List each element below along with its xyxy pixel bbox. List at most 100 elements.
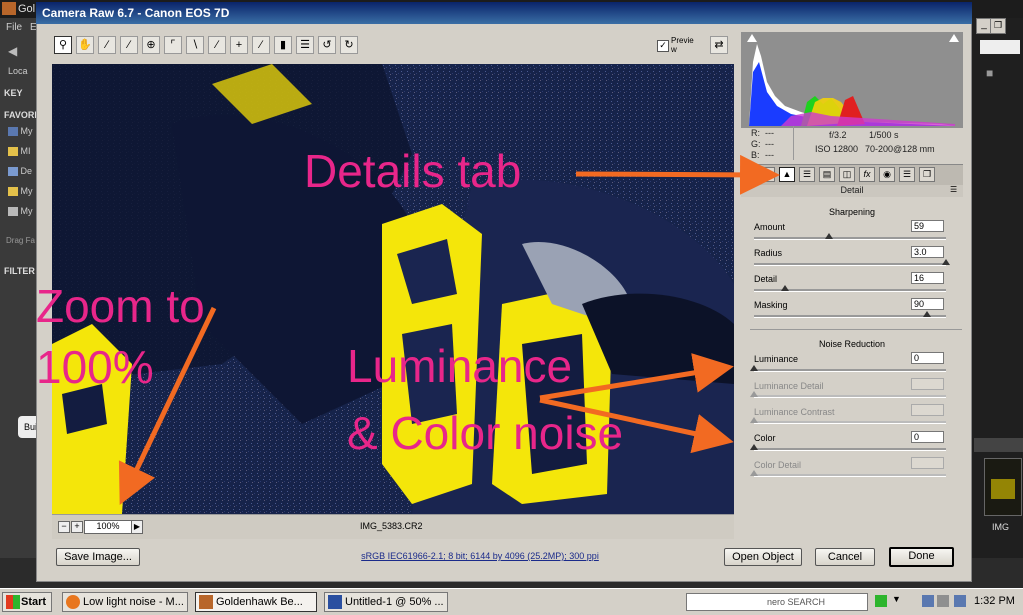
white-balance-tool-icon[interactable]: ∕	[98, 36, 116, 54]
masking-label: Masking	[754, 300, 788, 310]
radius-slider-thumb[interactable]	[942, 259, 950, 265]
preview-label: Previe w	[671, 36, 694, 54]
b-value: ---	[765, 150, 774, 160]
tab-presets-icon[interactable]: ☰	[899, 167, 915, 182]
windows-taskbar: Start Low light noise - M... Goldenhawk …	[0, 588, 1023, 615]
done-button[interactable]: Done	[889, 547, 954, 567]
bridge-app-title: Gol	[18, 3, 36, 15]
annotation-noise-line1: Luminance	[347, 340, 573, 392]
crop-tool-icon[interactable]: ⌜	[164, 36, 182, 54]
g-label: G:	[751, 139, 761, 149]
hand-tool-icon[interactable]: ✋	[76, 36, 94, 54]
bridge-location[interactable]: Loca	[8, 66, 28, 76]
luminance-slider-thumb[interactable]	[750, 365, 758, 371]
bridge-menu-file[interactable]: File	[6, 22, 22, 33]
bridge-favorites-tab[interactable]: FAVORI	[4, 110, 37, 120]
taskbar-item-photoshop[interactable]: Untitled-1 @ 50% ...	[324, 592, 448, 612]
bridge-drag-hint: Drag Fa	[6, 236, 35, 245]
r-value: ---	[765, 128, 774, 138]
bridge-right-panel: _ ❐ ■ IMG	[972, 18, 1023, 558]
thumbnail[interactable]	[984, 458, 1022, 516]
red-eye-tool-icon[interactable]: +	[230, 36, 248, 54]
annotation-details-tab: Details tab	[304, 145, 522, 197]
tab-lens-corrections-icon[interactable]: ◫	[839, 167, 855, 182]
panel-menu-icon[interactable]: ☰	[950, 185, 957, 194]
restore-icon[interactable]: ❐	[990, 18, 1006, 34]
color-field[interactable]: 0	[911, 431, 944, 443]
masking-field[interactable]: 90	[911, 298, 944, 310]
preview-checkbox[interactable]: ✓	[657, 40, 669, 52]
graduated-filter-icon[interactable]: ▮	[274, 36, 292, 54]
tab-detail-icon[interactable]: ▲	[779, 167, 795, 182]
system-clock: 1:32 PM	[974, 595, 1015, 607]
detail-slider-thumb[interactable]	[780, 285, 789, 291]
straighten-tool-icon[interactable]: ∖	[186, 36, 204, 54]
taskbar-item-label: Untitled-1 @ 50% ...	[345, 596, 444, 608]
amount-field[interactable]: 59	[911, 220, 944, 232]
adjustment-brush-icon[interactable]: ∕	[252, 36, 270, 54]
luminance-contrast-field	[911, 404, 944, 416]
save-image-button[interactable]: Save Image...	[56, 548, 140, 566]
volume-tray-icon[interactable]	[937, 595, 949, 607]
color-slider-thumb[interactable]	[750, 444, 758, 450]
radius-slider-track[interactable]	[754, 263, 946, 266]
luminance-slider-track[interactable]	[754, 369, 946, 372]
color-slider-track[interactable]	[754, 448, 946, 451]
rotate-right-icon[interactable]: ↻	[340, 36, 358, 54]
amount-label: Amount	[754, 222, 786, 232]
cancel-button[interactable]: Cancel	[815, 548, 875, 566]
bridge-filter-tab[interactable]: FILTER	[4, 266, 35, 276]
color-detail-slider-thumb	[750, 470, 758, 476]
spot-removal-tool-icon[interactable]: ∕	[208, 36, 226, 54]
taskbar-item-bridge[interactable]: Goldenhawk Be...	[195, 592, 317, 612]
luminance-field[interactable]: 0	[911, 352, 944, 364]
zoom-menu-icon[interactable]: ▶	[131, 520, 143, 534]
luminance-detail-slider-thumb	[750, 391, 758, 397]
color-detail-label: Color Detail	[754, 460, 802, 470]
radius-field[interactable]: 3.0	[911, 246, 944, 258]
nero-search-box[interactable]: nero SEARCH	[686, 593, 868, 611]
highlight-clipping-icon[interactable]	[949, 34, 959, 42]
bridge-keywords-tab[interactable]: KEY	[4, 88, 23, 98]
amount-slider-thumb[interactable]	[824, 233, 833, 239]
masking-slider-track[interactable]	[754, 315, 946, 318]
rotate-left-icon[interactable]: ↺	[318, 36, 336, 54]
preferences-icon[interactable]: ☰	[296, 36, 314, 54]
amount-slider-track[interactable]	[754, 237, 946, 240]
tab-snapshots-icon[interactable]: ❐	[919, 167, 935, 182]
bridge-search-box[interactable]	[980, 40, 1020, 54]
fullscreen-toggle-icon[interactable]: ⇄	[710, 36, 728, 54]
tab-effects-icon[interactable]: fx	[859, 167, 875, 182]
tab-split-toning-icon[interactable]: ▤	[819, 167, 835, 182]
histogram-graph	[741, 32, 963, 128]
section-divider	[750, 329, 962, 330]
start-button[interactable]: Start	[2, 592, 52, 612]
folder-icon[interactable]: ■	[986, 66, 993, 80]
display-tray-icon[interactable]	[954, 595, 966, 607]
network-tray-icon[interactable]	[922, 595, 934, 607]
detail-field[interactable]: 16	[911, 272, 944, 284]
noise-reduction-heading: Noise Reduction	[818, 339, 886, 349]
targeted-adjustment-tool-icon[interactable]: ⊕	[142, 36, 160, 54]
aperture-value: f/3.2	[829, 130, 847, 140]
open-object-button[interactable]: Open Object	[724, 548, 802, 566]
zoom-in-icon[interactable]: +	[71, 521, 83, 533]
tab-basic-icon[interactable]: ◐	[759, 167, 775, 182]
tab-hsl-icon[interactable]: ☰	[799, 167, 815, 182]
search-go-icon[interactable]	[875, 595, 887, 607]
tray-expand-icon[interactable]: ▼	[892, 594, 901, 604]
back-arrow-icon[interactable]: ◀	[8, 44, 17, 58]
panel-title: Detail	[741, 185, 963, 197]
iso-value: ISO 12800	[815, 144, 859, 154]
zoom-tool-icon[interactable]: ⚲	[54, 36, 72, 54]
tab-camera-calibration-icon[interactable]: ◉	[879, 167, 895, 182]
zoom-out-icon[interactable]: −	[58, 521, 70, 533]
folder-icon	[8, 147, 18, 157]
masking-slider-thumb[interactable]	[922, 311, 931, 317]
color-sampler-tool-icon[interactable]: ∕	[120, 36, 138, 54]
taskbar-item-firefox[interactable]: Low light noise - M...	[62, 592, 188, 612]
histogram	[741, 32, 963, 128]
workflow-options-link[interactable]: sRGB IEC61966-2.1; 8 bit; 6144 by 4096 (…	[360, 551, 600, 561]
zoom-level-field[interactable]: 100%	[84, 520, 132, 534]
shadow-clipping-icon[interactable]	[747, 34, 757, 42]
